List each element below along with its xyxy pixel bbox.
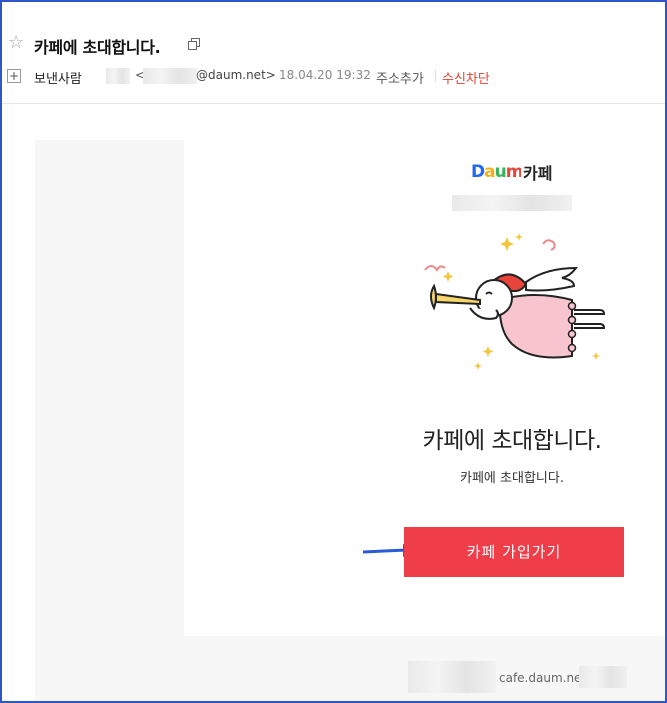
cafe-name-redacted: [452, 195, 572, 211]
logo-cafe-text: 카페: [523, 164, 553, 183]
join-cafe-button[interactable]: 카페 가입가기: [404, 527, 624, 577]
copy-icon[interactable]: [188, 38, 200, 50]
footer-redacted: [408, 661, 496, 693]
sender-name-redacted: [106, 68, 130, 84]
daum-logo: Daum: [471, 161, 524, 183]
add-address-link[interactable]: 주소추가: [376, 68, 424, 87]
sender-email: @daum.net>: [196, 68, 276, 82]
sender-email-redacted: [143, 68, 197, 84]
invite-subtitle: 카페에 초대합니다.: [460, 471, 564, 486]
invite-title: 카페에 초대합니다.: [422, 428, 602, 454]
content-footer: [35, 636, 665, 701]
cafe-url-link[interactable]: cafe.daum.net/: [499, 671, 590, 685]
star-icon[interactable]: ☆: [8, 34, 24, 52]
mail-window: ☆ 카페에 초대합니다. + 보낸사람 < @daum.net> 18.04.2…: [0, 0, 667, 703]
mail-date: 18.04.20 19:32: [279, 68, 371, 82]
angel-illustration: [424, 234, 606, 370]
svg-text:Daum: Daum: [471, 162, 521, 181]
sender-label: 보낸사람: [34, 72, 82, 87]
content-left-panel: [35, 140, 184, 640]
cafe-url-redacted: [579, 666, 627, 688]
mail-subject: 카페에 초대합니다.: [34, 38, 161, 57]
block-sender-link[interactable]: 수신차단: [442, 68, 490, 87]
plus-icon[interactable]: +: [7, 69, 21, 83]
header-divider: [2, 103, 665, 104]
divider: [435, 70, 436, 82]
